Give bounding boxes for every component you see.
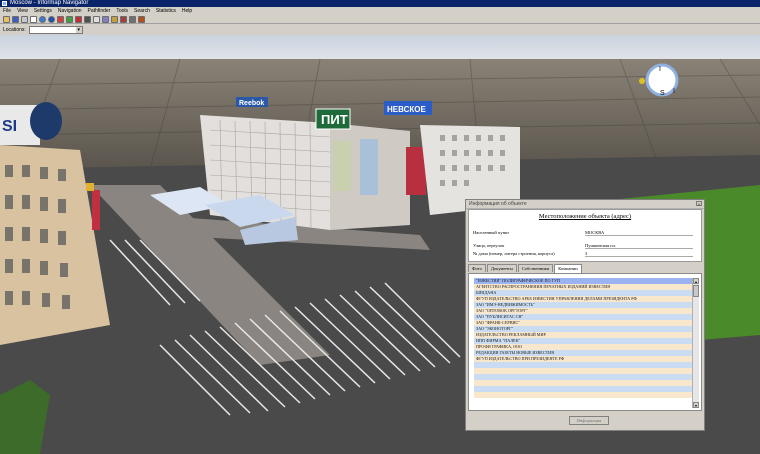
house-label: № дома (номер, литера строения, корпуса) bbox=[473, 251, 555, 256]
location-select[interactable]: ▾ bbox=[28, 25, 83, 34]
print-icon[interactable] bbox=[21, 15, 28, 23]
close-icon[interactable]: ✕ bbox=[696, 201, 702, 207]
list-icon[interactable] bbox=[93, 15, 100, 23]
menu-search[interactable]: Search bbox=[134, 7, 150, 15]
app-icon bbox=[2, 1, 7, 6]
city-value: МОСКВА bbox=[585, 230, 693, 236]
menu-pathfinder[interactable]: Pathfinder bbox=[88, 7, 111, 15]
camera-icon[interactable] bbox=[84, 15, 91, 23]
open-icon[interactable] bbox=[3, 15, 10, 23]
zoom-out-icon[interactable] bbox=[66, 15, 73, 23]
info-button[interactable]: Информация bbox=[569, 416, 609, 425]
reebok-sign-text: Reebok bbox=[239, 100, 264, 107]
zoom-in-icon[interactable] bbox=[57, 15, 64, 23]
scroll-down-icon[interactable]: ▾ bbox=[693, 402, 699, 408]
menu-bar: File View Settings Navigation Pathfinder… bbox=[0, 7, 760, 15]
compass-marker bbox=[639, 78, 645, 84]
tool-icon[interactable] bbox=[138, 15, 145, 23]
dialog-tabs: Фото Документы Собственники Компании bbox=[468, 264, 582, 273]
building-poster-2 bbox=[360, 139, 378, 195]
list-item[interactable] bbox=[474, 392, 695, 398]
bookmark-icon[interactable] bbox=[120, 15, 127, 23]
tab-owners[interactable]: Собственники bbox=[517, 264, 554, 272]
menu-view[interactable]: View bbox=[17, 7, 28, 15]
sky bbox=[0, 35, 760, 59]
companies-panel: "ИЗВЕСТИЯ" ПОЛИГРАФИЧЕСКОЕ ПО ГУП АГЕНТСТ… bbox=[468, 273, 702, 411]
grid-icon[interactable] bbox=[102, 15, 109, 23]
menu-navigation[interactable]: Navigation bbox=[58, 7, 82, 15]
chevron-down-icon[interactable]: ▾ bbox=[75, 26, 82, 33]
house-value: 3 bbox=[585, 251, 693, 257]
menu-file[interactable]: File bbox=[3, 7, 11, 15]
mcdonalds-sign bbox=[86, 183, 94, 191]
settings-icon[interactable] bbox=[129, 15, 136, 23]
left-sign-text: SI bbox=[2, 118, 17, 135]
dialog-title: Информация об объекте bbox=[469, 201, 527, 207]
compass-south: S bbox=[660, 90, 665, 97]
city-label: Населенный пункт bbox=[473, 230, 510, 235]
pit-sign-text: ПИТ bbox=[321, 112, 348, 127]
location-label: Locations: bbox=[3, 26, 26, 33]
pointer-icon[interactable] bbox=[30, 15, 37, 23]
building-poster-3 bbox=[406, 147, 426, 195]
tab-documents[interactable]: Документы bbox=[486, 264, 517, 272]
scroll-thumb[interactable] bbox=[693, 285, 699, 297]
info-icon[interactable] bbox=[48, 15, 55, 23]
vertical-banner bbox=[92, 190, 100, 230]
address-panel: Местоположение объекта (адрес) Населенны… bbox=[468, 209, 702, 262]
title-bar: Moscow - Informap Navigator bbox=[0, 0, 760, 7]
chart-icon[interactable] bbox=[111, 15, 118, 23]
compass-north: I bbox=[659, 66, 661, 73]
street-value: Пушкинская пл. bbox=[585, 243, 693, 249]
left-sign-globe bbox=[30, 102, 62, 140]
window-title: Moscow - Informap Navigator bbox=[10, 0, 89, 6]
menu-tools[interactable]: Tools bbox=[116, 7, 128, 15]
scrollbar[interactable]: ▴ ▾ bbox=[692, 278, 699, 408]
compass-east: I bbox=[673, 88, 675, 95]
toolbar bbox=[0, 15, 760, 24]
street-label: Улица, переулок bbox=[473, 243, 505, 248]
company-list[interactable]: "ИЗВЕСТИЯ" ПОЛИГРАФИЧЕСКОЕ ПО ГУП АГЕНТСТ… bbox=[474, 278, 695, 408]
scroll-up-icon[interactable]: ▴ bbox=[693, 278, 699, 284]
building-poster-1 bbox=[333, 141, 351, 191]
menu-help[interactable]: Help bbox=[182, 7, 192, 15]
address-heading: Местоположение объекта (адрес) bbox=[538, 213, 632, 220]
tab-photo[interactable]: Фото bbox=[468, 264, 486, 272]
menu-statistics[interactable]: Statistics bbox=[156, 7, 176, 15]
dialog-title-bar: Информация об объекте ✕ bbox=[466, 200, 704, 209]
save-icon[interactable] bbox=[12, 15, 19, 23]
tab-companies[interactable]: Компании bbox=[554, 264, 582, 273]
flag-icon[interactable] bbox=[75, 15, 82, 23]
globe-icon[interactable] bbox=[39, 15, 46, 23]
nevskoe-sign-text: НЕВСКОЕ bbox=[387, 105, 426, 114]
menu-settings[interactable]: Settings bbox=[34, 7, 52, 15]
location-bar: Locations: ▾ bbox=[0, 24, 760, 35]
object-info-dialog: Информация об объекте ✕ Местоположение о… bbox=[465, 199, 705, 431]
